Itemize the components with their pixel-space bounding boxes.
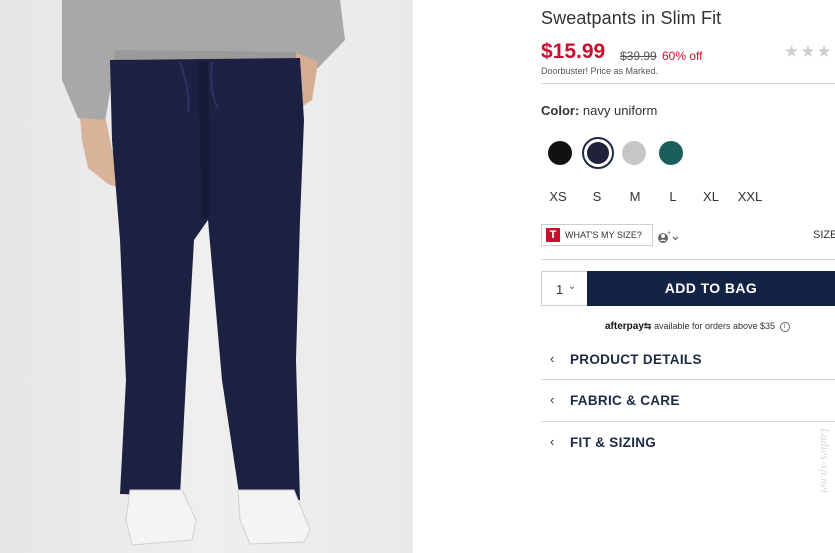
model-illustration xyxy=(62,0,345,546)
add-to-bag-button[interactable]: ADD TO BAG xyxy=(587,271,835,306)
true-fit-logo: T xyxy=(546,228,560,242)
chevron-down-icon: ⌄ xyxy=(568,281,577,292)
discount-badge: 60% off xyxy=(662,49,703,63)
color-selection-label: Color: navy uniform xyxy=(541,103,657,118)
size-m[interactable]: M xyxy=(626,189,644,204)
swatch-navy-fill xyxy=(587,142,609,164)
left-shoe xyxy=(125,489,197,546)
size-xs[interactable]: XS xyxy=(546,189,570,204)
afterpay-logo: afterpay xyxy=(605,321,644,332)
size-xl[interactable]: XL xyxy=(699,189,723,204)
afterpay-text: available for orders above $35 xyxy=(653,321,776,331)
afterpay-note: afterpay⇆ available for orders above $35… xyxy=(605,321,790,332)
color-value: navy uniform xyxy=(582,103,658,118)
product-image[interactable] xyxy=(0,0,413,553)
accordion-product-details[interactable]: ‹ PRODUCT DETAILS xyxy=(541,339,835,379)
size-xxl[interactable]: XXL xyxy=(735,189,765,204)
watermark: Ladies-xp.net xyxy=(818,428,832,493)
afterpay-arrows-icon: ⇆ xyxy=(643,321,652,331)
swatch-light-grey[interactable] xyxy=(622,141,646,165)
chevron-left-icon: ‹ xyxy=(550,392,555,407)
user-profile-icon[interactable]: + xyxy=(657,228,685,244)
chevron-left-icon: ‹ xyxy=(550,351,555,366)
divider xyxy=(541,259,835,260)
size-s[interactable]: S xyxy=(588,189,606,204)
quantity-value: 1 xyxy=(556,282,564,297)
svg-text:+: + xyxy=(667,230,671,237)
original-price: $39.99 xyxy=(620,49,657,63)
color-label: Color: xyxy=(541,103,580,118)
size-l[interactable]: L xyxy=(664,189,682,204)
accordion-label: PRODUCT DETAILS xyxy=(570,352,702,367)
sale-price: $15.99 xyxy=(541,40,606,63)
accordion-label: FIT & SIZING xyxy=(570,435,657,450)
accordion-fit-sizing[interactable]: ‹ FIT & SIZING xyxy=(541,422,835,462)
info-icon[interactable]: i xyxy=(779,321,790,332)
whats-my-size-label: WHAT'S MY SIZE? xyxy=(565,230,642,240)
accordion-fabric-care[interactable]: ‹ FABRIC & CARE xyxy=(541,380,835,420)
accordion-label: FABRIC & CARE xyxy=(570,393,680,408)
size-guide-link[interactable]: SIZE xyxy=(813,229,835,241)
chevron-left-icon: ‹ xyxy=(550,434,555,449)
rating-stars[interactable]: ★★★ xyxy=(784,42,833,62)
swatch-teal[interactable] xyxy=(659,141,683,165)
quantity-select[interactable]: 1 ⌄ xyxy=(541,271,587,306)
promo-text: Doorbuster! Price as Marked. xyxy=(541,66,659,76)
divider xyxy=(541,83,835,84)
whats-my-size-button[interactable]: T WHAT'S MY SIZE? xyxy=(541,224,653,246)
swatch-black[interactable] xyxy=(548,141,572,165)
swatch-navy-uniform-selected[interactable] xyxy=(582,137,614,169)
product-title: Sweatpants in Slim Fit xyxy=(541,8,722,28)
